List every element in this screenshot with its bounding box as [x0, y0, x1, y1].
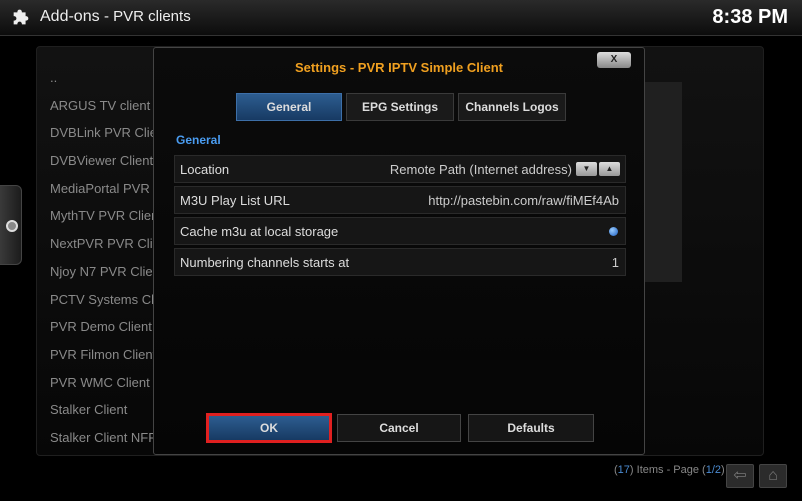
side-menu-tab[interactable] [0, 185, 22, 265]
settings-dialog: Settings - PVR IPTV Simple Client X Gene… [153, 47, 645, 455]
page-number: 1/2 [705, 464, 722, 476]
home-button[interactable]: ⌂ [759, 464, 787, 488]
back-button[interactable]: ⇦ [726, 464, 754, 488]
list-item[interactable]: ARGUS TV client [50, 92, 160, 120]
dialog-title: Settings - PVR IPTV Simple Client [294, 60, 504, 75]
close-button[interactable]: X [597, 52, 631, 68]
list-item[interactable]: DVBViewer Client [50, 147, 160, 175]
list-item[interactable]: Stalker Client [50, 396, 160, 424]
list-item[interactable]: PVR WMC Client [50, 369, 160, 397]
setting-label: Location [180, 162, 230, 177]
chevron-down-icon[interactable]: ▼ [576, 162, 597, 176]
menu-dot-icon [6, 220, 18, 232]
setting-cache-m3u[interactable]: Cache m3u at local storage [174, 217, 626, 245]
list-item[interactable]: DVBLink PVR Client [50, 119, 160, 147]
info-panel [640, 82, 682, 282]
setting-value: 1 [611, 255, 619, 270]
tab-channels-logos[interactable]: Channels Logos [458, 93, 566, 121]
location-spinner[interactable]: ▼ ▲ [576, 162, 620, 176]
paren-close: ) [721, 464, 725, 476]
list-item[interactable]: Njoy N7 PVR Client [50, 258, 160, 286]
back-arrow-icon: ⇦ [733, 467, 747, 484]
list-item[interactable]: PVR Filmon Client [50, 341, 160, 369]
setting-location[interactable]: Location Remote Path (Internet address) … [174, 155, 626, 183]
setting-label: M3U Play List URL [180, 193, 290, 208]
list-item[interactable]: .. [50, 64, 160, 92]
list-item[interactable]: PCTV Systems Client [50, 286, 160, 314]
setting-m3u-url[interactable]: M3U Play List URL http://pastebin.com/ra… [174, 186, 626, 214]
list-item[interactable]: Stalker Client NFPS [50, 424, 160, 452]
ok-button[interactable]: OK [206, 413, 332, 443]
top-bar: Add-ons - PVR clients 8:38 PM [0, 0, 802, 36]
radio-toggle-icon[interactable] [609, 227, 618, 236]
setting-value: Remote Path (Internet address) [389, 162, 572, 177]
setting-value: http://pastebin.com/raw/fiMEf4Ab [428, 193, 619, 208]
puzzle-icon [13, 9, 29, 25]
breadcrumb-section: Add-ons [40, 8, 100, 25]
clock: 8:38 PM [712, 6, 788, 28]
breadcrumb-subsection: - PVR clients [104, 8, 191, 25]
setting-label: Cache m3u at local storage [180, 224, 339, 239]
tab-general[interactable]: General [236, 93, 342, 121]
list-item[interactable]: MediaPortal PVR Client [50, 175, 160, 203]
list-item[interactable]: NextPVR PVR Client [50, 230, 160, 258]
section-heading: General [176, 133, 221, 147]
addon-list: .. ARGUS TV client DVBLink PVR Client DV… [50, 64, 160, 452]
chevron-up-icon[interactable]: ▲ [599, 162, 620, 176]
home-icon: ⌂ [768, 467, 778, 484]
cancel-button[interactable]: Cancel [337, 414, 461, 442]
item-count: 17 [617, 464, 630, 476]
setting-label: Numbering channels starts at [180, 255, 350, 270]
page-info: (17) Items - Page (1/2) [614, 464, 725, 476]
defaults-button[interactable]: Defaults [468, 414, 594, 442]
list-item[interactable]: PVR Demo Client [50, 313, 160, 341]
tab-epg-settings[interactable]: EPG Settings [346, 93, 454, 121]
items-label: ) Items - Page ( [629, 464, 706, 476]
list-item[interactable]: MythTV PVR Client [50, 202, 160, 230]
setting-numbering-start[interactable]: Numbering channels starts at 1 [174, 248, 626, 276]
